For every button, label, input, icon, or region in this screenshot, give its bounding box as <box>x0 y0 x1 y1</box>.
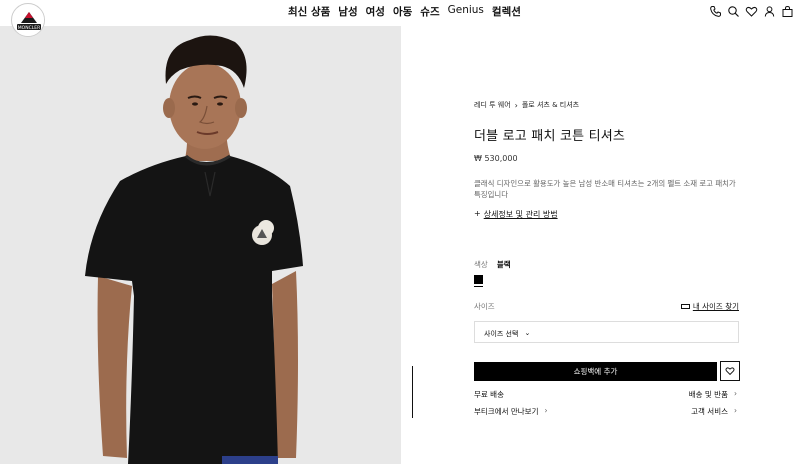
boutique-link[interactable]: 부티크에서 만나보기 › <box>474 406 547 417</box>
heart-icon <box>725 367 735 376</box>
nav-collections[interactable]: 컬렉션 <box>492 4 521 19</box>
product-description: 클래식 디자인으로 활용도가 높은 남성 반소매 티셔츠는 2개의 펠트 소재 … <box>474 179 736 199</box>
add-to-wishlist-button[interactable] <box>720 361 740 381</box>
image-scroll-indicator <box>412 366 413 418</box>
breadcrumb: 레디 투 웨어 › 폴로 셔츠 & 티셔츠 <box>474 100 739 110</box>
size-select-dropdown[interactable]: 사이즈 선택 ⌄ <box>474 321 739 343</box>
chevron-right-icon: › <box>544 406 548 415</box>
add-to-bag-button[interactable]: 쇼핑백에 추가 <box>474 362 717 381</box>
logo-wordmark: MONCLER <box>18 25 40 31</box>
size-guide-label: 내 사이즈 찾기 <box>692 302 739 311</box>
boutique-label: 부티크에서 만나보기 <box>474 407 539 416</box>
ruler-icon <box>680 304 690 309</box>
color-swatch-black[interactable] <box>474 275 483 284</box>
nav-genius[interactable]: Genius <box>448 4 484 19</box>
product-price: ₩ 530,000 <box>474 154 518 163</box>
chevron-right-icon: › <box>514 100 518 110</box>
main-nav: 최신 상품 남성 여성 아동 슈즈 Genius 컬렉션 <box>288 4 521 19</box>
details-care-label: 상세정보 및 관리 방법 <box>483 210 558 219</box>
product-info: 레디 투 웨어 › 폴로 셔츠 & 티셔츠 더블 로고 패치 코튼 티셔츠 ₩ … <box>474 100 740 416</box>
nav-new[interactable]: 최신 상품 <box>288 4 330 19</box>
chevron-down-icon: ⌄ <box>524 329 531 337</box>
free-shipping-label: 무료 배송 <box>474 390 504 399</box>
product-image[interactable] <box>0 26 401 464</box>
site-header: MONCLER 최신 상품 남성 여성 아동 슈즈 Genius 컬렉션 <box>0 0 800 37</box>
moncler-logo[interactable]: MONCLER <box>11 3 45 37</box>
size-guide-link[interactable]: 내 사이즈 찾기 <box>680 301 739 312</box>
shipping-returns-label: 배송 및 반품 <box>688 390 728 399</box>
product-title: 더블 로고 패치 코튼 티셔츠 <box>474 129 626 144</box>
breadcrumb-ready-to-wear[interactable]: 레디 투 웨어 <box>474 100 511 110</box>
header-icons <box>709 5 794 18</box>
breadcrumb-polo-tshirts[interactable]: 폴로 셔츠 & 티셔츠 <box>522 100 579 110</box>
size-label: 사이즈 <box>474 302 495 311</box>
nav-women[interactable]: 여성 <box>366 4 385 19</box>
customer-service-link[interactable]: 고객 서비스 › <box>691 406 737 417</box>
color-row: 색상 블랙 <box>474 259 511 270</box>
account-icon[interactable] <box>763 5 776 18</box>
size-row: 사이즈 내 사이즈 찾기 <box>474 301 739 312</box>
shipping-returns-link[interactable]: 배송 및 반품 › <box>689 389 737 400</box>
size-select-placeholder: 사이즈 선택 <box>484 330 519 338</box>
nav-shoes[interactable]: 슈즈 <box>420 4 439 19</box>
search-icon[interactable] <box>727 5 740 18</box>
customer-service-label: 고객 서비스 <box>691 407 728 416</box>
nav-kids[interactable]: 아동 <box>393 4 412 19</box>
chevron-right-icon: › <box>734 389 737 398</box>
shopping-bag-icon[interactable] <box>781 5 794 18</box>
wishlist-icon[interactable] <box>745 5 758 18</box>
chevron-right-icon: › <box>734 406 737 415</box>
plus-icon: + <box>474 209 481 218</box>
details-care-link[interactable]: + 상세정보 및 관리 방법 <box>474 209 739 220</box>
free-shipping-text: 무료 배송 <box>474 389 504 400</box>
color-value: 블랙 <box>496 260 511 269</box>
swatch-selected-indicator <box>474 286 483 287</box>
nav-men[interactable]: 남성 <box>338 4 357 19</box>
color-label: 색상 <box>474 260 488 269</box>
phone-icon[interactable] <box>709 5 722 18</box>
